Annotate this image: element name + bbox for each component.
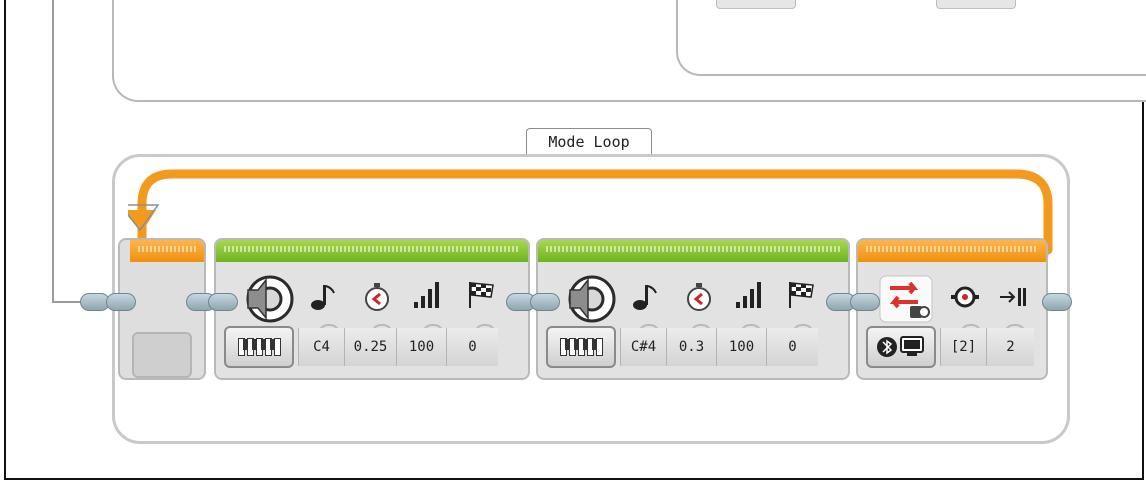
mode-selector-button[interactable] [224, 326, 294, 368]
sound-block-1[interactable]: C4 0.25 100 0 [214, 238, 530, 380]
messaging-block-header [858, 240, 1046, 262]
messaging-block[interactable]: [2] 2 [856, 238, 1048, 380]
music-note-icon [308, 282, 338, 312]
panel-tab [936, 0, 1016, 9]
note-value[interactable]: C4 [298, 328, 344, 366]
bluetooth-computer-icon [877, 336, 924, 357]
stopwatch-icon [684, 282, 714, 312]
volume-value[interactable]: 100 [396, 328, 446, 366]
upper-program-region [676, 0, 1146, 76]
speaker-icon [242, 272, 296, 326]
note-value[interactable]: C#4 [620, 328, 666, 366]
play-type-value[interactable]: 0 [766, 328, 818, 366]
duration-value[interactable]: 0.3 [666, 328, 716, 366]
checkered-flag-icon [466, 280, 496, 310]
piano-keys-icon [237, 338, 281, 356]
music-note-icon [630, 282, 660, 312]
speaker-icon [564, 272, 618, 326]
sequence-plug-right[interactable] [850, 293, 880, 311]
piano-keys-icon [559, 338, 603, 356]
stopwatch-icon [362, 282, 392, 312]
checkered-flag-icon [786, 280, 816, 310]
width-arrow-icon [998, 282, 1028, 312]
sequence-plug-out[interactable] [1042, 293, 1072, 311]
red-arrows-switch-icon [878, 274, 934, 324]
length-value[interactable]: 2 [986, 328, 1034, 366]
sequence-plug-right[interactable] [208, 293, 238, 311]
volume-value[interactable]: 100 [716, 328, 766, 366]
mode-selector-button[interactable] [866, 326, 936, 368]
sequence-plug-right[interactable] [106, 293, 136, 311]
play-type-value[interactable]: 0 [446, 328, 498, 366]
volume-bars-icon [734, 280, 764, 310]
sound-block-2[interactable]: C#4 0.3 100 0 [536, 238, 850, 380]
message-value[interactable]: [2] [940, 328, 986, 366]
loop-label[interactable]: Mode Loop [526, 128, 652, 154]
sequence-wire [52, 0, 54, 302]
loop-condition-tray [132, 332, 192, 378]
sound-block-header [216, 240, 528, 262]
volume-bars-icon [412, 280, 442, 310]
mode-selector-button[interactable] [546, 326, 616, 368]
connection-icon [950, 282, 980, 312]
sound-block-header [538, 240, 848, 262]
duration-value[interactable]: 0.25 [344, 328, 396, 366]
sequence-plug-right[interactable] [530, 293, 560, 311]
loop-start-header [130, 240, 204, 262]
panel-tab [716, 0, 796, 9]
